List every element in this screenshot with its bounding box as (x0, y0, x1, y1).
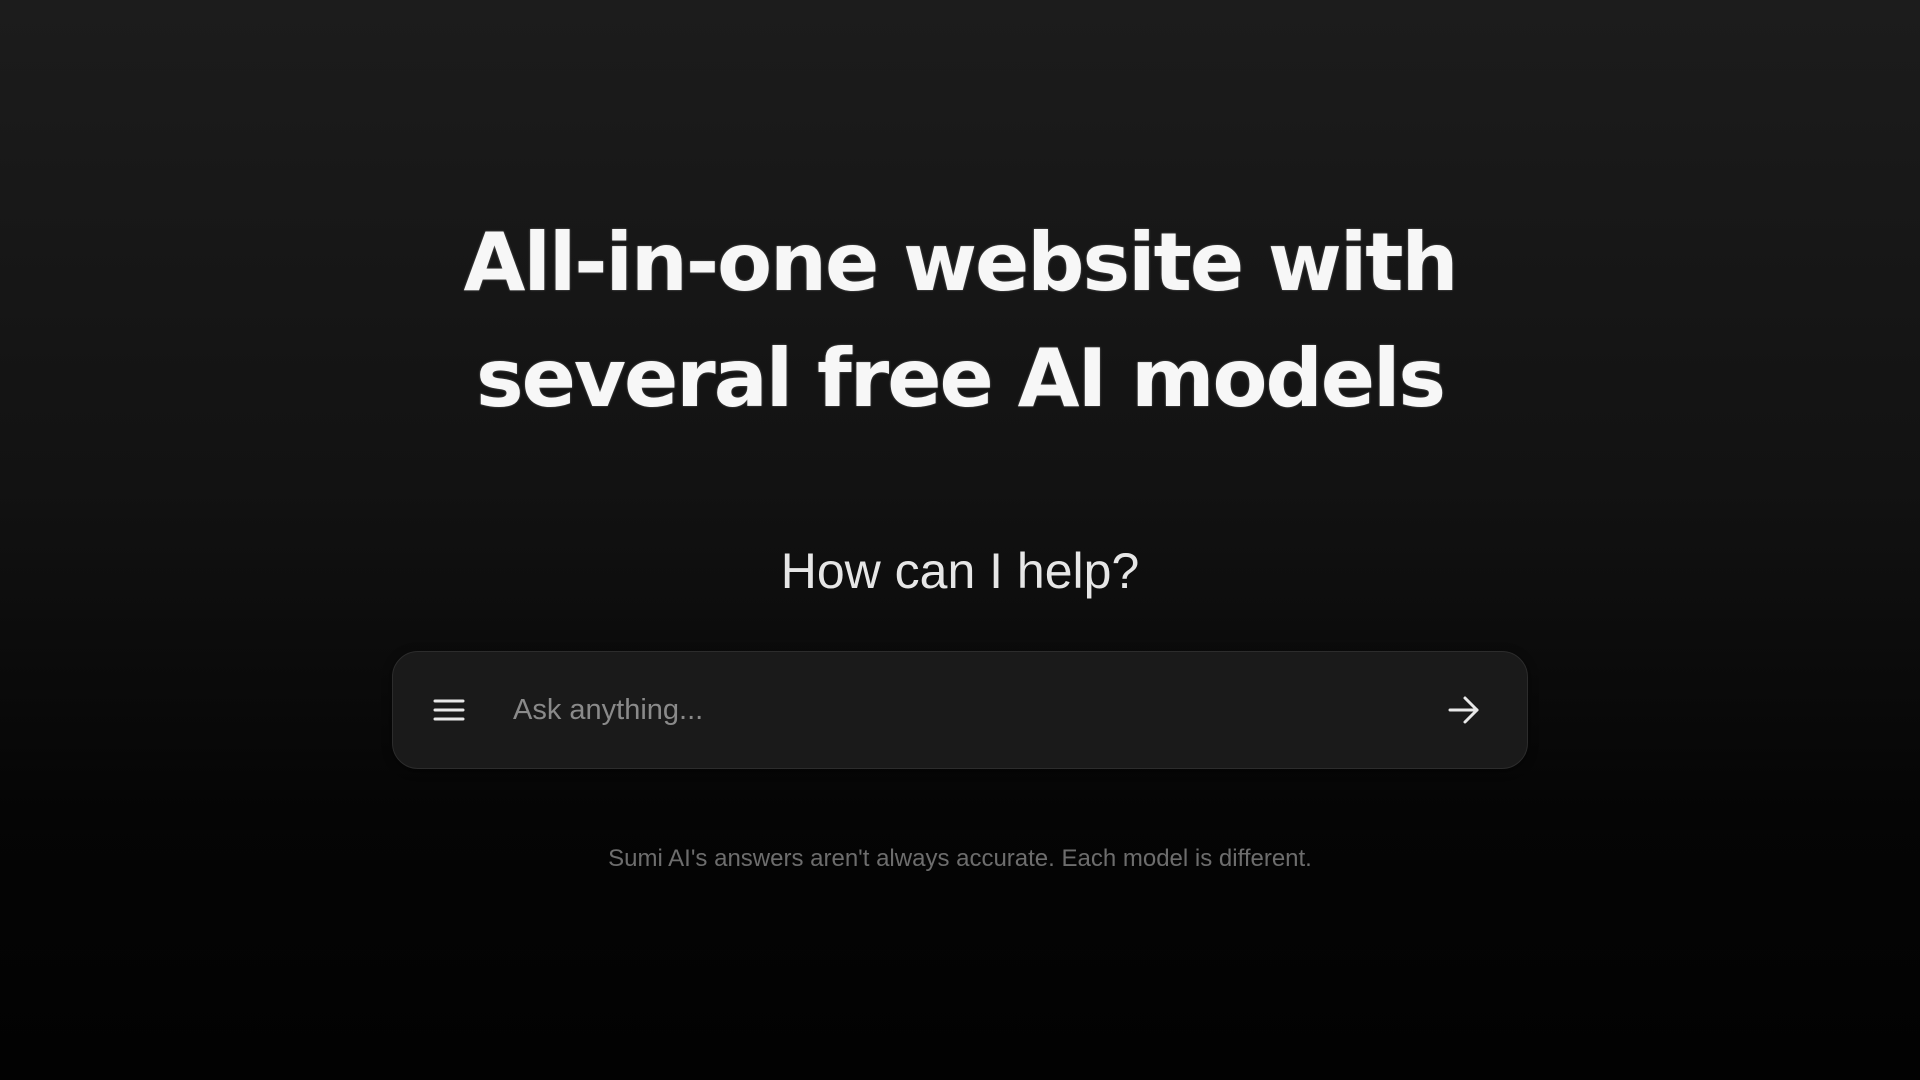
arrow-right-icon (1448, 696, 1479, 724)
hero-title: All-in-one website with several free AI … (0, 205, 1920, 437)
menu-icon (433, 699, 465, 721)
hero-section: All-in-one website with several free AI … (0, 205, 1920, 437)
hero-title-line-1: All-in-one website with (463, 216, 1459, 309)
chat-input-bar (392, 651, 1528, 769)
hero-title-line-2: several free AI models (475, 332, 1446, 425)
help-heading: How can I help? (780, 543, 1140, 599)
send-button[interactable] (1439, 685, 1489, 735)
menu-button[interactable] (429, 690, 469, 730)
disclaimer-text: Sumi AI's answers aren't always accurate… (608, 845, 1312, 872)
ask-input[interactable] (511, 679, 1439, 741)
